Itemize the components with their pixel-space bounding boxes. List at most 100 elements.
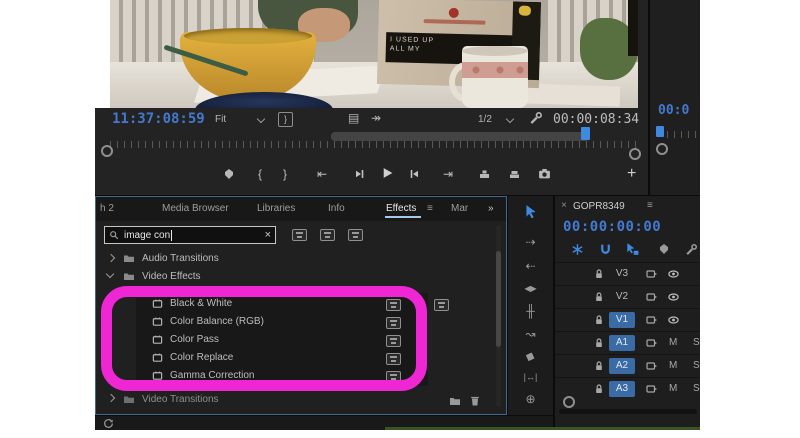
play-button[interactable]: [381, 166, 394, 180]
source-patch-icon[interactable]: [645, 268, 658, 280]
mark-out-button[interactable]: }: [283, 168, 287, 180]
new-custom-bin-icon[interactable]: [448, 395, 462, 407]
effect-color-replace[interactable]: Color Replace: [170, 352, 233, 363]
tab-media-browser[interactable]: Media Browser: [162, 203, 229, 214]
track-target-a3[interactable]: A3: [609, 381, 635, 397]
effect-gamma-correction[interactable]: Gamma Correction: [170, 370, 254, 381]
sequence-tab[interactable]: GOPR8349: [573, 201, 625, 212]
chevron-down-icon[interactable]: [257, 115, 265, 123]
lock-icon[interactable]: [593, 268, 605, 280]
track-target-a1[interactable]: A1: [609, 335, 635, 351]
snap-magnet-icon[interactable]: [599, 243, 612, 256]
scrubber-left-handle-icon[interactable]: [101, 145, 113, 157]
lift-button[interactable]: [478, 168, 491, 180]
effect-color-pass[interactable]: Color Pass: [170, 334, 219, 345]
tab-effects[interactable]: Effects: [386, 203, 416, 214]
chevron-down-icon[interactable]: [506, 115, 514, 123]
track-target-v2[interactable]: V2: [609, 289, 635, 305]
folder-audio-transitions[interactable]: Audio Transitions: [142, 253, 219, 264]
chevron-down-icon[interactable]: [106, 270, 114, 278]
button-editor-plus[interactable]: +: [627, 165, 636, 183]
solo-button[interactable]: S: [693, 383, 700, 394]
close-tab-icon[interactable]: ×: [561, 200, 567, 211]
lock-icon[interactable]: [593, 383, 605, 395]
step-forward-button[interactable]: [409, 168, 421, 180]
tab-markers-partial[interactable]: Mar: [451, 203, 468, 214]
track-output-eye-icon[interactable]: [667, 314, 680, 326]
panel-menu-icon[interactable]: ≡: [647, 200, 653, 211]
folder-video-transitions[interactable]: Video Transitions: [142, 394, 219, 405]
scrollbar-thumb[interactable]: [496, 251, 501, 347]
track-target-a2[interactable]: A2: [609, 358, 635, 374]
playback-arrows-icon[interactable]: ↠: [371, 113, 381, 124]
rate-stretch-tool-icon[interactable]: ↝: [508, 327, 553, 341]
delete-trash-icon[interactable]: [469, 394, 481, 407]
scrubber-right-handle-icon[interactable]: [629, 148, 641, 160]
linked-selection-icon[interactable]: [625, 242, 639, 256]
tab-overflow-icon[interactable]: »: [488, 203, 494, 214]
effect-black-and-white[interactable]: Black & White: [170, 298, 232, 309]
clear-search-icon[interactable]: ×: [265, 229, 271, 241]
settings-grid-icon[interactable]: ▤: [348, 113, 359, 124]
solo-button[interactable]: S: [693, 360, 700, 371]
solo-button[interactable]: S: [693, 337, 700, 348]
zoom-scrollbar[interactable]: [331, 132, 589, 141]
mute-button[interactable]: M: [669, 337, 677, 348]
playback-resolution-select[interactable]: 1/2: [478, 114, 492, 125]
extract-button[interactable]: [508, 168, 521, 180]
zoom-level-select[interactable]: Fit: [215, 114, 226, 125]
lock-icon[interactable]: [593, 314, 605, 326]
rolling-edit-tool-icon[interactable]: ╫: [508, 304, 553, 318]
hand-tool-icon[interactable]: ⊕: [508, 392, 553, 406]
time-ruler[interactable]: [110, 141, 638, 148]
horizontal-scrollbar[interactable]: [559, 409, 697, 414]
goto-out-button[interactable]: ⇥: [443, 168, 453, 180]
source-patch-icon[interactable]: [645, 360, 658, 372]
panel-menu-icon[interactable]: ≡: [427, 203, 433, 214]
track-output-eye-icon[interactable]: [667, 291, 680, 303]
track-select-backward-tool-icon[interactable]: ⇠: [508, 259, 553, 273]
tab-partial-left[interactable]: h 2: [100, 203, 114, 214]
selection-tool-icon[interactable]: [524, 204, 538, 220]
chevron-right-icon[interactable]: [107, 394, 115, 402]
lock-icon[interactable]: [593, 337, 605, 349]
mute-button[interactable]: M: [669, 383, 677, 394]
lock-icon[interactable]: [593, 360, 605, 372]
add-marker-icon[interactable]: [658, 243, 670, 255]
add-marker-button[interactable]: [223, 168, 235, 180]
slip-tool-icon[interactable]: |↔|: [508, 370, 553, 384]
timeline-settings-wrench-icon[interactable]: [685, 243, 698, 256]
nest-sequences-icon[interactable]: [571, 243, 584, 256]
chevron-right-icon[interactable]: [107, 254, 115, 262]
search-input[interactable]: image con ×: [104, 226, 276, 244]
side-playhead[interactable]: [656, 126, 664, 137]
source-patch-icon[interactable]: [645, 314, 658, 326]
track-output-eye-icon[interactable]: [667, 268, 680, 280]
source-patch-icon[interactable]: [645, 383, 658, 395]
track-target-v3[interactable]: V3: [609, 266, 635, 282]
safe-margins-button[interactable]: }: [278, 112, 293, 127]
side-scroll-handle-icon[interactable]: [656, 143, 668, 155]
tab-libraries[interactable]: Libraries: [257, 203, 295, 214]
folder-video-effects[interactable]: Video Effects: [142, 271, 201, 282]
razor-tool-icon[interactable]: ◆: [507, 342, 554, 371]
track-select-forward-tool-icon[interactable]: ⇢: [508, 235, 553, 249]
source-patch-icon[interactable]: [645, 291, 658, 303]
timeline-scroll-handle-icon[interactable]: [563, 396, 575, 408]
effect-color-balance-rgb[interactable]: Color Balance (RGB): [170, 316, 264, 327]
export-frame-button[interactable]: [538, 167, 551, 180]
source-patch-icon[interactable]: [645, 337, 658, 349]
32bit-color-badge-icon[interactable]: [320, 229, 335, 241]
step-back-button[interactable]: [353, 168, 365, 180]
mute-button[interactable]: M: [669, 360, 677, 371]
vertical-scrollbar[interactable]: [496, 225, 501, 407]
goto-in-button[interactable]: ⇤: [317, 168, 327, 180]
tab-info[interactable]: Info: [328, 203, 345, 214]
playhead[interactable]: [581, 127, 590, 140]
lock-icon[interactable]: [593, 291, 605, 303]
track-target-v1[interactable]: V1: [609, 312, 635, 328]
ripple-edit-tool-icon[interactable]: ◀▶: [508, 282, 553, 296]
accelerated-effects-badge-icon[interactable]: [292, 229, 307, 241]
yuv-effects-badge-icon[interactable]: [348, 229, 363, 241]
mark-in-button[interactable]: {: [258, 168, 262, 180]
